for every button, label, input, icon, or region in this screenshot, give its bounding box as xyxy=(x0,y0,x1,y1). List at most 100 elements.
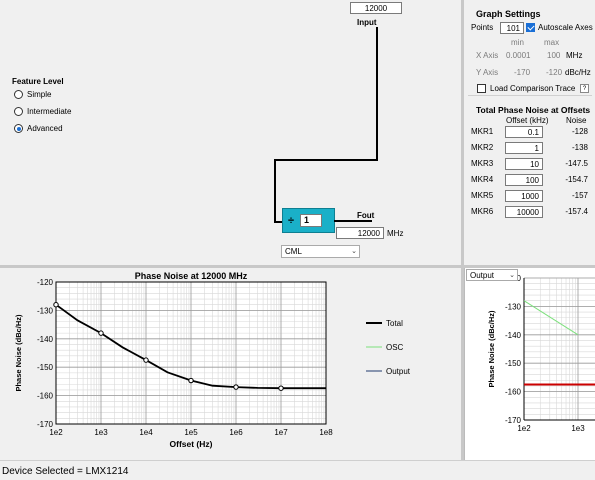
autoscale-checkbox[interactable] xyxy=(526,23,535,32)
x-tick-label: 1e3 xyxy=(94,428,108,437)
marker-noise-value: -157.4 xyxy=(565,207,588,216)
marker-name: MKR1 xyxy=(471,127,494,136)
output-format-value: CML xyxy=(285,247,302,256)
y-tick-label: -160 xyxy=(37,392,54,401)
output-format-dropdown[interactable]: CML ⌄ xyxy=(281,245,360,258)
x-tick-label: 1e7 xyxy=(274,428,288,437)
signal-wire xyxy=(274,27,378,223)
radio-simple[interactable] xyxy=(14,90,23,99)
marker-point xyxy=(188,377,194,384)
x-tick-label: 1e2 xyxy=(49,428,63,437)
trace-select-value: Output xyxy=(470,271,495,280)
marker-name: MKR3 xyxy=(471,159,494,168)
y-tick-label: -170 xyxy=(37,420,54,429)
marker-point xyxy=(278,385,284,391)
y-tick-label: -130 xyxy=(37,306,54,315)
radio-intermediate-label: Intermediate xyxy=(27,107,72,116)
y-axis-title: Phase Noise (dBc/Hz) xyxy=(487,310,496,388)
marker-name: MKR5 xyxy=(471,191,494,200)
points-field[interactable]: 101 xyxy=(500,22,524,34)
divider-value-field[interactable]: 1 xyxy=(300,214,322,227)
y-tick-label: -120 xyxy=(37,278,54,287)
marker-point xyxy=(98,330,104,336)
legend-label: OSC xyxy=(386,343,404,352)
load-comparison-checkbox[interactable] xyxy=(477,84,486,93)
marker-point xyxy=(143,357,149,363)
help-icon[interactable]: ? xyxy=(580,84,589,93)
x-min-value: 0.0001 xyxy=(506,51,531,60)
x-tick-label: 1e3 xyxy=(571,424,585,433)
fout-unit-label: MHz xyxy=(387,229,404,238)
noise-column-header: Noise xyxy=(566,116,587,125)
y-axis-title: Phase Noise (dBc/Hz) xyxy=(14,314,23,392)
x-axis-title: Offset (Hz) xyxy=(170,439,213,449)
max-header: max xyxy=(544,38,560,47)
y-tick-label: -130 xyxy=(505,302,522,311)
radio-advanced-label: Advanced xyxy=(27,124,63,133)
x-unit-label: MHz xyxy=(566,51,583,60)
x-tick-label: 1e5 xyxy=(184,428,198,437)
marker-offset-field[interactable]: 100 xyxy=(505,174,543,186)
marker-noise-value: -147.5 xyxy=(565,159,588,168)
status-text: Device Selected = LMX1214 xyxy=(2,466,129,477)
y-tick-label: -160 xyxy=(505,388,522,397)
secondary-chart-panel: -120-130-140-150-160-1701e21e3Phase Nois… xyxy=(464,268,595,460)
y-tick-label: -150 xyxy=(505,359,522,368)
feature-level-group: Feature Level Simple Intermediate Advanc… xyxy=(8,76,110,142)
marker-noise-value: -157 xyxy=(571,191,588,200)
marker-offset-field[interactable]: 1000 xyxy=(505,190,543,202)
x-tick-label: 1e6 xyxy=(229,428,243,437)
radio-intermediate[interactable] xyxy=(14,107,23,116)
marker-noise-value: -128 xyxy=(571,127,588,136)
marker-offset-field[interactable]: 10000 xyxy=(505,206,543,218)
x-max-value: 100 xyxy=(547,51,561,60)
y-axis-label: Y Axis xyxy=(476,68,499,77)
input-frequency-field[interactable]: 12000 xyxy=(350,2,402,14)
offsets-group: Total Phase Noise at Offsets Offset (kHz… xyxy=(468,102,592,222)
secondary-phase-noise-chart: -120-130-140-150-160-1701e21e3Phase Nois… xyxy=(487,274,595,433)
marker-offset-field[interactable]: 0.1 xyxy=(505,126,543,138)
radio-advanced[interactable] xyxy=(14,124,23,133)
autoscale-label: Autoscale Axes xyxy=(538,23,593,32)
x-axis-label: X Axis xyxy=(476,51,499,60)
legend-label: Output xyxy=(386,367,411,376)
marker-noise-value: -138 xyxy=(571,143,588,152)
x-tick-label: 1e2 xyxy=(517,424,531,433)
y-tick-label: -140 xyxy=(37,335,54,344)
chevron-down-icon: ⌄ xyxy=(351,248,357,255)
chevron-down-icon: ⌄ xyxy=(509,272,515,279)
x-tick-label: 1e4 xyxy=(139,428,153,437)
points-label: Points xyxy=(471,23,494,32)
marker-name: MKR6 xyxy=(471,207,494,216)
graph-settings-group: Graph Settings Points 101 Autoscale Axes… xyxy=(468,6,593,96)
marker-name: MKR2 xyxy=(471,143,494,152)
y-tick-label: -140 xyxy=(505,331,522,340)
divider-block[interactable]: ÷ 1 xyxy=(282,208,335,233)
chart-title: Phase Noise at 12000 MHz xyxy=(135,271,248,281)
offsets-title: Total Phase Noise at Offsets xyxy=(476,105,591,115)
feature-level-title: Feature Level xyxy=(12,77,64,86)
settings-panel: Graph Settings Points 101 Autoscale Axes… xyxy=(464,0,595,265)
x-tick-label: 1e8 xyxy=(319,428,333,437)
y-min-value: -170 xyxy=(514,68,531,77)
marker-name: MKR4 xyxy=(471,175,494,184)
trace-select-dropdown[interactable]: Output ⌄ xyxy=(466,269,518,281)
marker-point xyxy=(53,302,59,308)
main-chart-panel: 1e2 1e3 1e4 1e5 1e6 1e7 1e8 -120 -130 -140 -150 -16… xyxy=(0,268,461,460)
marker-point xyxy=(233,384,239,390)
marker-offset-field[interactable]: 1 xyxy=(505,142,543,154)
y-tick-label: -150 xyxy=(37,363,54,372)
min-header: min xyxy=(511,38,524,47)
marker-noise-value: -154.7 xyxy=(565,175,588,184)
legend-label: Total xyxy=(386,319,403,328)
y-unit-label: dBc/Hz xyxy=(565,68,591,77)
radio-simple-label: Simple xyxy=(27,90,52,99)
graph-settings-title: Graph Settings xyxy=(476,9,541,19)
phase-noise-chart: 1e2 1e3 1e4 1e5 1e6 1e7 1e8 -120 -130 -140 -150 -16… xyxy=(14,271,411,449)
load-comparison-label: Load Comparison Trace xyxy=(490,84,576,93)
marker-offset-field[interactable]: 10 xyxy=(505,158,543,170)
divide-icon: ÷ xyxy=(288,215,295,227)
fout-frequency-field[interactable]: 12000 xyxy=(336,227,384,239)
status-bar: Device Selected = LMX1214 xyxy=(0,460,595,480)
offset-column-header: Offset (kHz) xyxy=(506,116,549,125)
